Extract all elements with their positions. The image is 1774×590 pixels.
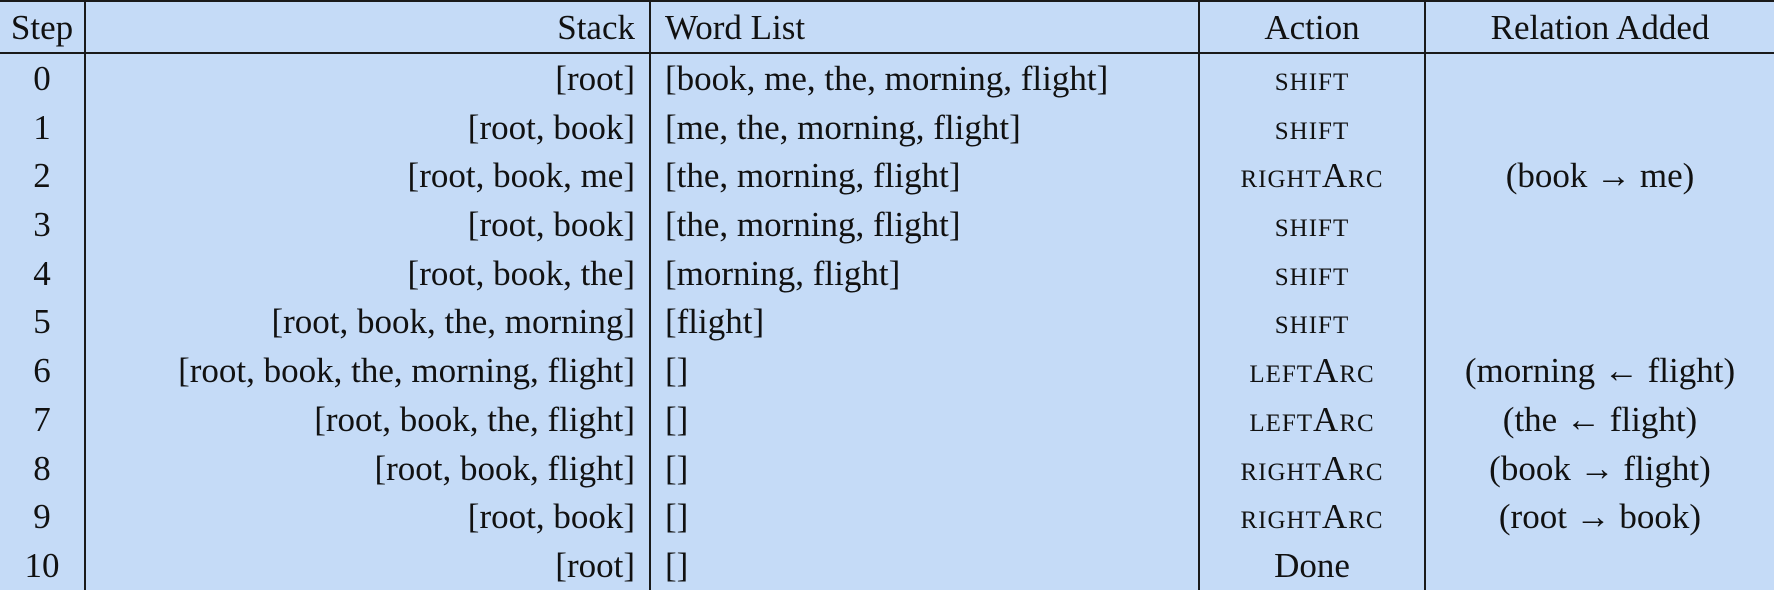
cell-step: 3 — [33, 205, 51, 245]
cell-step: 10 — [24, 546, 60, 586]
cell-stack: [root, book, me] — [84, 151, 650, 201]
header-step: Step — [0, 0, 85, 54]
table-row: 1 [root, book] [me, the, morning, flight… — [0, 102, 1774, 152]
cell-action: rightArc — [1198, 151, 1425, 201]
table-row: 7 [root, book, the, flight] [] leftArc (… — [0, 395, 1774, 444]
cell-action: shift — [1198, 53, 1425, 103]
cell-word-list: [] — [649, 492, 1199, 542]
table-header: Step Stack Word List Action Relation Add… — [0, 0, 1774, 54]
table-body: 0 [root] [book, me, the, morning, flight… — [0, 53, 1774, 590]
cell-word-list: [the, morning, flight] — [649, 200, 1199, 249]
table-row: 6 [root, book, the, morning, flight] [] … — [0, 346, 1774, 396]
cell-relation — [1424, 297, 1774, 347]
cell-word-list: [] — [649, 443, 1199, 493]
cell-stack: [root, book] — [84, 492, 650, 542]
table-row: 3 [root, book] [the, morning, flight] sh… — [0, 200, 1774, 249]
cell-stack: [root, book, the, morning] — [84, 297, 650, 347]
cell-action: shift — [1198, 102, 1425, 152]
cell-step: 9 — [33, 497, 51, 537]
cell-word-list: [me, the, morning, flight] — [649, 102, 1199, 152]
cell-action: rightArc — [1198, 492, 1425, 542]
header-row: Step Stack Word List Action Relation Add… — [0, 0, 1774, 54]
cell-relation: (morning ← flight) — [1424, 346, 1774, 396]
table-row: 2 [root, book, me] [the, morning, flight… — [0, 151, 1774, 201]
cell-relation — [1424, 541, 1774, 590]
cell-stack: [root] — [84, 541, 650, 590]
cell-word-list: [flight] — [649, 297, 1199, 347]
cell-step: 8 — [33, 448, 51, 488]
cell-action: rightArc — [1198, 443, 1425, 493]
cell-relation: (the ← flight) — [1424, 395, 1774, 444]
cell-step: 2 — [33, 156, 51, 196]
table-row: 4 [root, book, the] [morning, flight] sh… — [0, 248, 1774, 298]
cell-stack: [root, book, flight] — [84, 443, 650, 493]
cell-step: 0 — [33, 58, 51, 98]
table-row: 9 [root, book] [] rightArc (root → book) — [0, 492, 1774, 542]
cell-word-list: [] — [649, 395, 1199, 444]
cell-action: shift — [1198, 248, 1425, 298]
table-row: 8 [root, book, flight] [] rightArc (book… — [0, 443, 1774, 493]
cell-relation: (book → me) — [1424, 151, 1774, 201]
header-relation-added: Relation Added — [1424, 0, 1774, 54]
cell-stack: [root, book, the] — [84, 248, 650, 298]
cell-step: 4 — [33, 253, 51, 293]
cell-relation: (root → book) — [1424, 492, 1774, 542]
cell-relation — [1424, 200, 1774, 249]
cell-word-list: [morning, flight] — [649, 248, 1199, 298]
parse-trace-table-container: Step Stack Word List Action Relation Add… — [0, 0, 1774, 590]
cell-word-list: [] — [649, 541, 1199, 590]
cell-word-list: [the, morning, flight] — [649, 151, 1199, 201]
cell-relation — [1424, 53, 1774, 103]
cell-relation: (book → flight) — [1424, 443, 1774, 493]
cell-step: 6 — [33, 351, 51, 391]
cell-step: 5 — [33, 302, 51, 342]
header-word-list: Word List — [649, 0, 1199, 54]
cell-step: 1 — [33, 107, 51, 147]
cell-action: leftArc — [1198, 395, 1425, 444]
table-row: 0 [root] [book, me, the, morning, flight… — [0, 53, 1774, 103]
cell-stack: [root, book, the, morning, flight] — [84, 346, 650, 396]
cell-action: leftArc — [1198, 346, 1425, 396]
cell-word-list: [book, me, the, morning, flight] — [649, 53, 1199, 103]
header-stack: Stack — [84, 0, 650, 54]
cell-stack: [root] — [84, 53, 650, 103]
cell-stack: [root, book] — [84, 102, 650, 152]
cell-step: 7 — [33, 399, 51, 439]
cell-stack: [root, book] — [84, 200, 650, 249]
cell-stack: [root, book, the, flight] — [84, 395, 650, 444]
cell-action: shift — [1198, 297, 1425, 347]
cell-action: shift — [1198, 200, 1425, 249]
table-row: 5 [root, book, the, morning] [flight] sh… — [0, 297, 1774, 347]
parse-trace-table: Step Stack Word List Action Relation Add… — [0, 0, 1774, 590]
header-action: Action — [1198, 0, 1425, 54]
cell-action: Done — [1198, 541, 1425, 590]
cell-relation — [1424, 102, 1774, 152]
cell-word-list: [] — [649, 346, 1199, 396]
table-row: 10 [root] [] Done — [0, 541, 1774, 590]
cell-relation — [1424, 248, 1774, 298]
